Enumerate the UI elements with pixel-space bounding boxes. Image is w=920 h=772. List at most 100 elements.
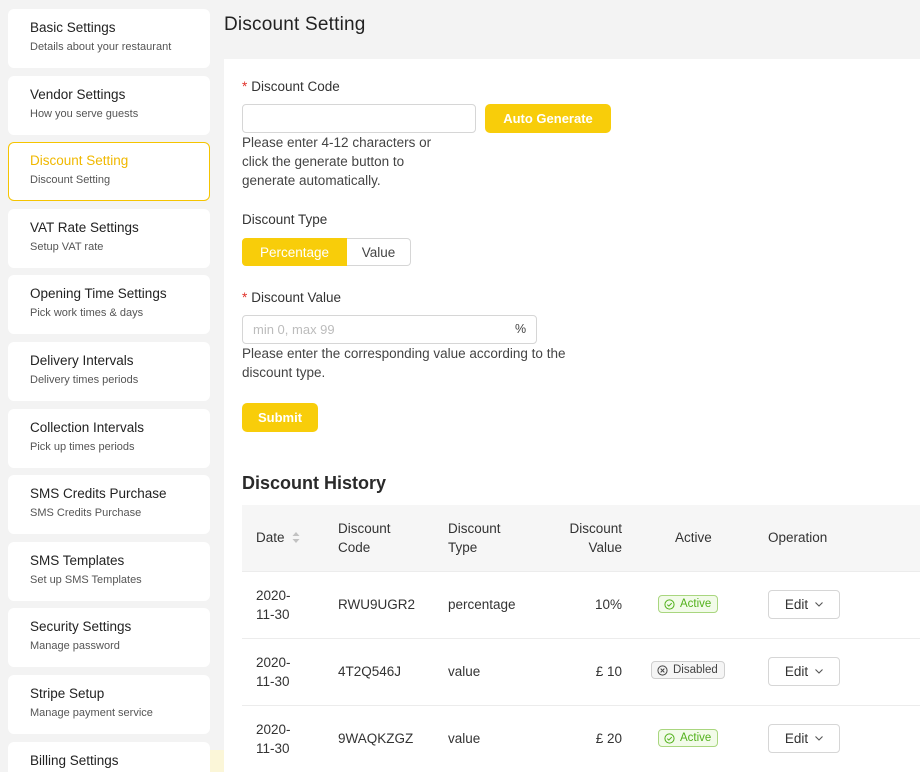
sidebar-item-vat-rate-settings[interactable]: VAT Rate Settings Setup VAT rate	[8, 209, 210, 268]
sidebar-item-title: SMS Templates	[30, 553, 125, 568]
check-circle-icon	[664, 598, 675, 610]
column-discount-type: Discount Type	[448, 519, 501, 557]
cell-type: percentage	[448, 597, 516, 612]
row-divider	[242, 638, 920, 639]
help-line: discount type.	[242, 365, 326, 380]
required-mark: *	[242, 290, 248, 305]
check-circle-icon	[664, 732, 675, 744]
cell-value: 10%	[594, 597, 622, 612]
required-mark: *	[242, 79, 248, 94]
sidebar-item-collection-intervals[interactable]: Collection Intervals Pick up times perio…	[8, 409, 210, 468]
sidebar-item-subtitle: Pick work times & days	[30, 307, 144, 319]
column-label-line: Value	[588, 540, 622, 555]
date-line: 11-30	[256, 674, 290, 689]
row-divider	[242, 571, 920, 572]
column-date[interactable]: Date	[256, 528, 300, 547]
sidebar-item-title: Delivery Intervals	[30, 353, 134, 368]
discount-value-label: * Discount Value	[242, 290, 341, 305]
status-badge: Active	[658, 595, 719, 613]
discount-code-help: Please enter 4-12 characters or click th…	[242, 133, 431, 190]
column-operation: Operation	[768, 530, 828, 545]
status-badge: Disabled	[651, 661, 725, 679]
edit-dropdown-button[interactable]: Edit	[768, 657, 840, 686]
column-label-line: Code	[338, 540, 371, 555]
sidebar-item-title: VAT Rate Settings	[30, 220, 139, 235]
auto-generate-button[interactable]: Auto Generate	[485, 104, 611, 133]
sidebar-item-subtitle: How you serve guests	[30, 108, 139, 120]
sidebar-item-title: Collection Intervals	[30, 420, 145, 435]
sidebar-item-title: Basic Settings	[30, 20, 116, 35]
cell-code: 9WAQKZGZ	[338, 731, 414, 746]
sidebar-item-title: Security Settings	[30, 619, 132, 634]
status-label: Active	[680, 732, 712, 744]
discount-type-label: Discount Type	[242, 212, 328, 227]
sidebar-item-security-settings[interactable]: Security Settings Manage password	[8, 608, 210, 667]
sidebar-item-subtitle: Setup VAT rate	[30, 241, 104, 253]
column-label-line: Discount	[338, 521, 391, 536]
submit-button[interactable]: Submit	[242, 403, 318, 432]
sort-icon[interactable]	[292, 532, 300, 543]
status-label: Disabled	[673, 664, 718, 676]
column-discount-code: Discount Code	[338, 519, 391, 557]
edit-label: Edit	[784, 664, 809, 679]
column-label-line: Discount	[569, 521, 622, 536]
cell-value: £ 20	[595, 731, 622, 746]
help-line: Please enter the corresponding value acc…	[242, 346, 566, 361]
cell-date: 2020- 11-30	[256, 720, 291, 758]
sidebar-item-opening-time-settings[interactable]: Opening Time Settings Pick work times & …	[8, 275, 210, 334]
cell-type: value	[448, 664, 481, 679]
cell-type: value	[448, 731, 481, 746]
sidebar-item-basic-settings[interactable]: Basic Settings Details about your restau…	[8, 9, 210, 68]
column-label-line: Type	[448, 540, 478, 555]
edit-label: Edit	[784, 597, 809, 612]
history-table-header: Date Discount Code Discount Type Discoun…	[242, 505, 920, 571]
cell-value: £ 10	[595, 664, 622, 679]
discount-panel: * Discount Code Auto Generate Please ente…	[224, 59, 920, 772]
bottom-strip	[210, 750, 224, 772]
discount-code-label: * Discount Code	[242, 79, 340, 94]
date-line: 11-30	[256, 741, 290, 756]
edit-dropdown-button[interactable]: Edit	[768, 590, 840, 619]
cell-date: 2020- 11-30	[256, 586, 291, 624]
discount-value-help: Please enter the corresponding value acc…	[242, 344, 565, 382]
sidebar-item-billing-settings[interactable]: Billing Settings	[8, 742, 210, 772]
type-option-value[interactable]: Value	[347, 238, 411, 266]
status-badge: Active	[658, 729, 719, 747]
sidebar-item-title: Billing Settings	[30, 753, 119, 768]
help-line: Please enter 4-12 characters or	[242, 135, 432, 150]
sidebar-item-subtitle: SMS Credits Purchase	[30, 507, 142, 519]
settings-sidebar: Basic Settings Details about your restau…	[0, 0, 218, 772]
chevron-down-icon	[815, 736, 824, 741]
column-date-label: Date	[256, 530, 285, 545]
sidebar-item-title: SMS Credits Purchase	[30, 486, 167, 501]
sidebar-item-subtitle: Details about your restaurant	[30, 41, 172, 53]
date-line: 2020-	[256, 588, 291, 603]
sidebar-item-title: Opening Time Settings	[30, 286, 167, 301]
cell-code: 4T2Q546J	[338, 664, 402, 679]
discount-value-label-text: Discount Value	[251, 290, 342, 305]
type-option-percentage[interactable]: Percentage	[242, 238, 347, 266]
sidebar-item-subtitle: Delivery times periods	[30, 374, 139, 386]
sidebar-item-sms-templates[interactable]: SMS Templates Set up SMS Templates	[8, 542, 210, 601]
sidebar-item-vendor-settings[interactable]: Vendor Settings How you serve guests	[8, 76, 210, 135]
edit-dropdown-button[interactable]: Edit	[768, 724, 840, 753]
sidebar-item-subtitle: Manage password	[30, 640, 120, 652]
cell-code: RWU9UGR2	[338, 597, 416, 612]
sidebar-item-subtitle: Manage payment service	[30, 707, 153, 719]
date-line: 11-30	[256, 607, 290, 622]
sidebar-item-delivery-intervals[interactable]: Delivery Intervals Delivery times period…	[8, 342, 210, 401]
sidebar-item-sms-credits-purchase[interactable]: SMS Credits Purchase SMS Credits Purchas…	[8, 475, 210, 534]
chevron-down-icon	[815, 669, 824, 674]
sidebar-item-discount-setting[interactable]: Discount Setting Discount Setting	[8, 142, 210, 201]
sidebar-item-title: Vendor Settings	[30, 87, 126, 102]
discount-code-label-text: Discount Code	[251, 79, 340, 94]
discount-value-input[interactable]	[242, 315, 537, 344]
sidebar-item-title: Stripe Setup	[30, 686, 105, 701]
status-label: Active	[680, 598, 712, 610]
column-active: Active	[675, 530, 712, 545]
discount-code-input[interactable]	[242, 104, 476, 133]
edit-label: Edit	[784, 731, 809, 746]
chevron-down-icon	[815, 602, 824, 607]
sidebar-item-stripe-setup[interactable]: Stripe Setup Manage payment service	[8, 675, 210, 734]
row-divider	[242, 705, 920, 706]
